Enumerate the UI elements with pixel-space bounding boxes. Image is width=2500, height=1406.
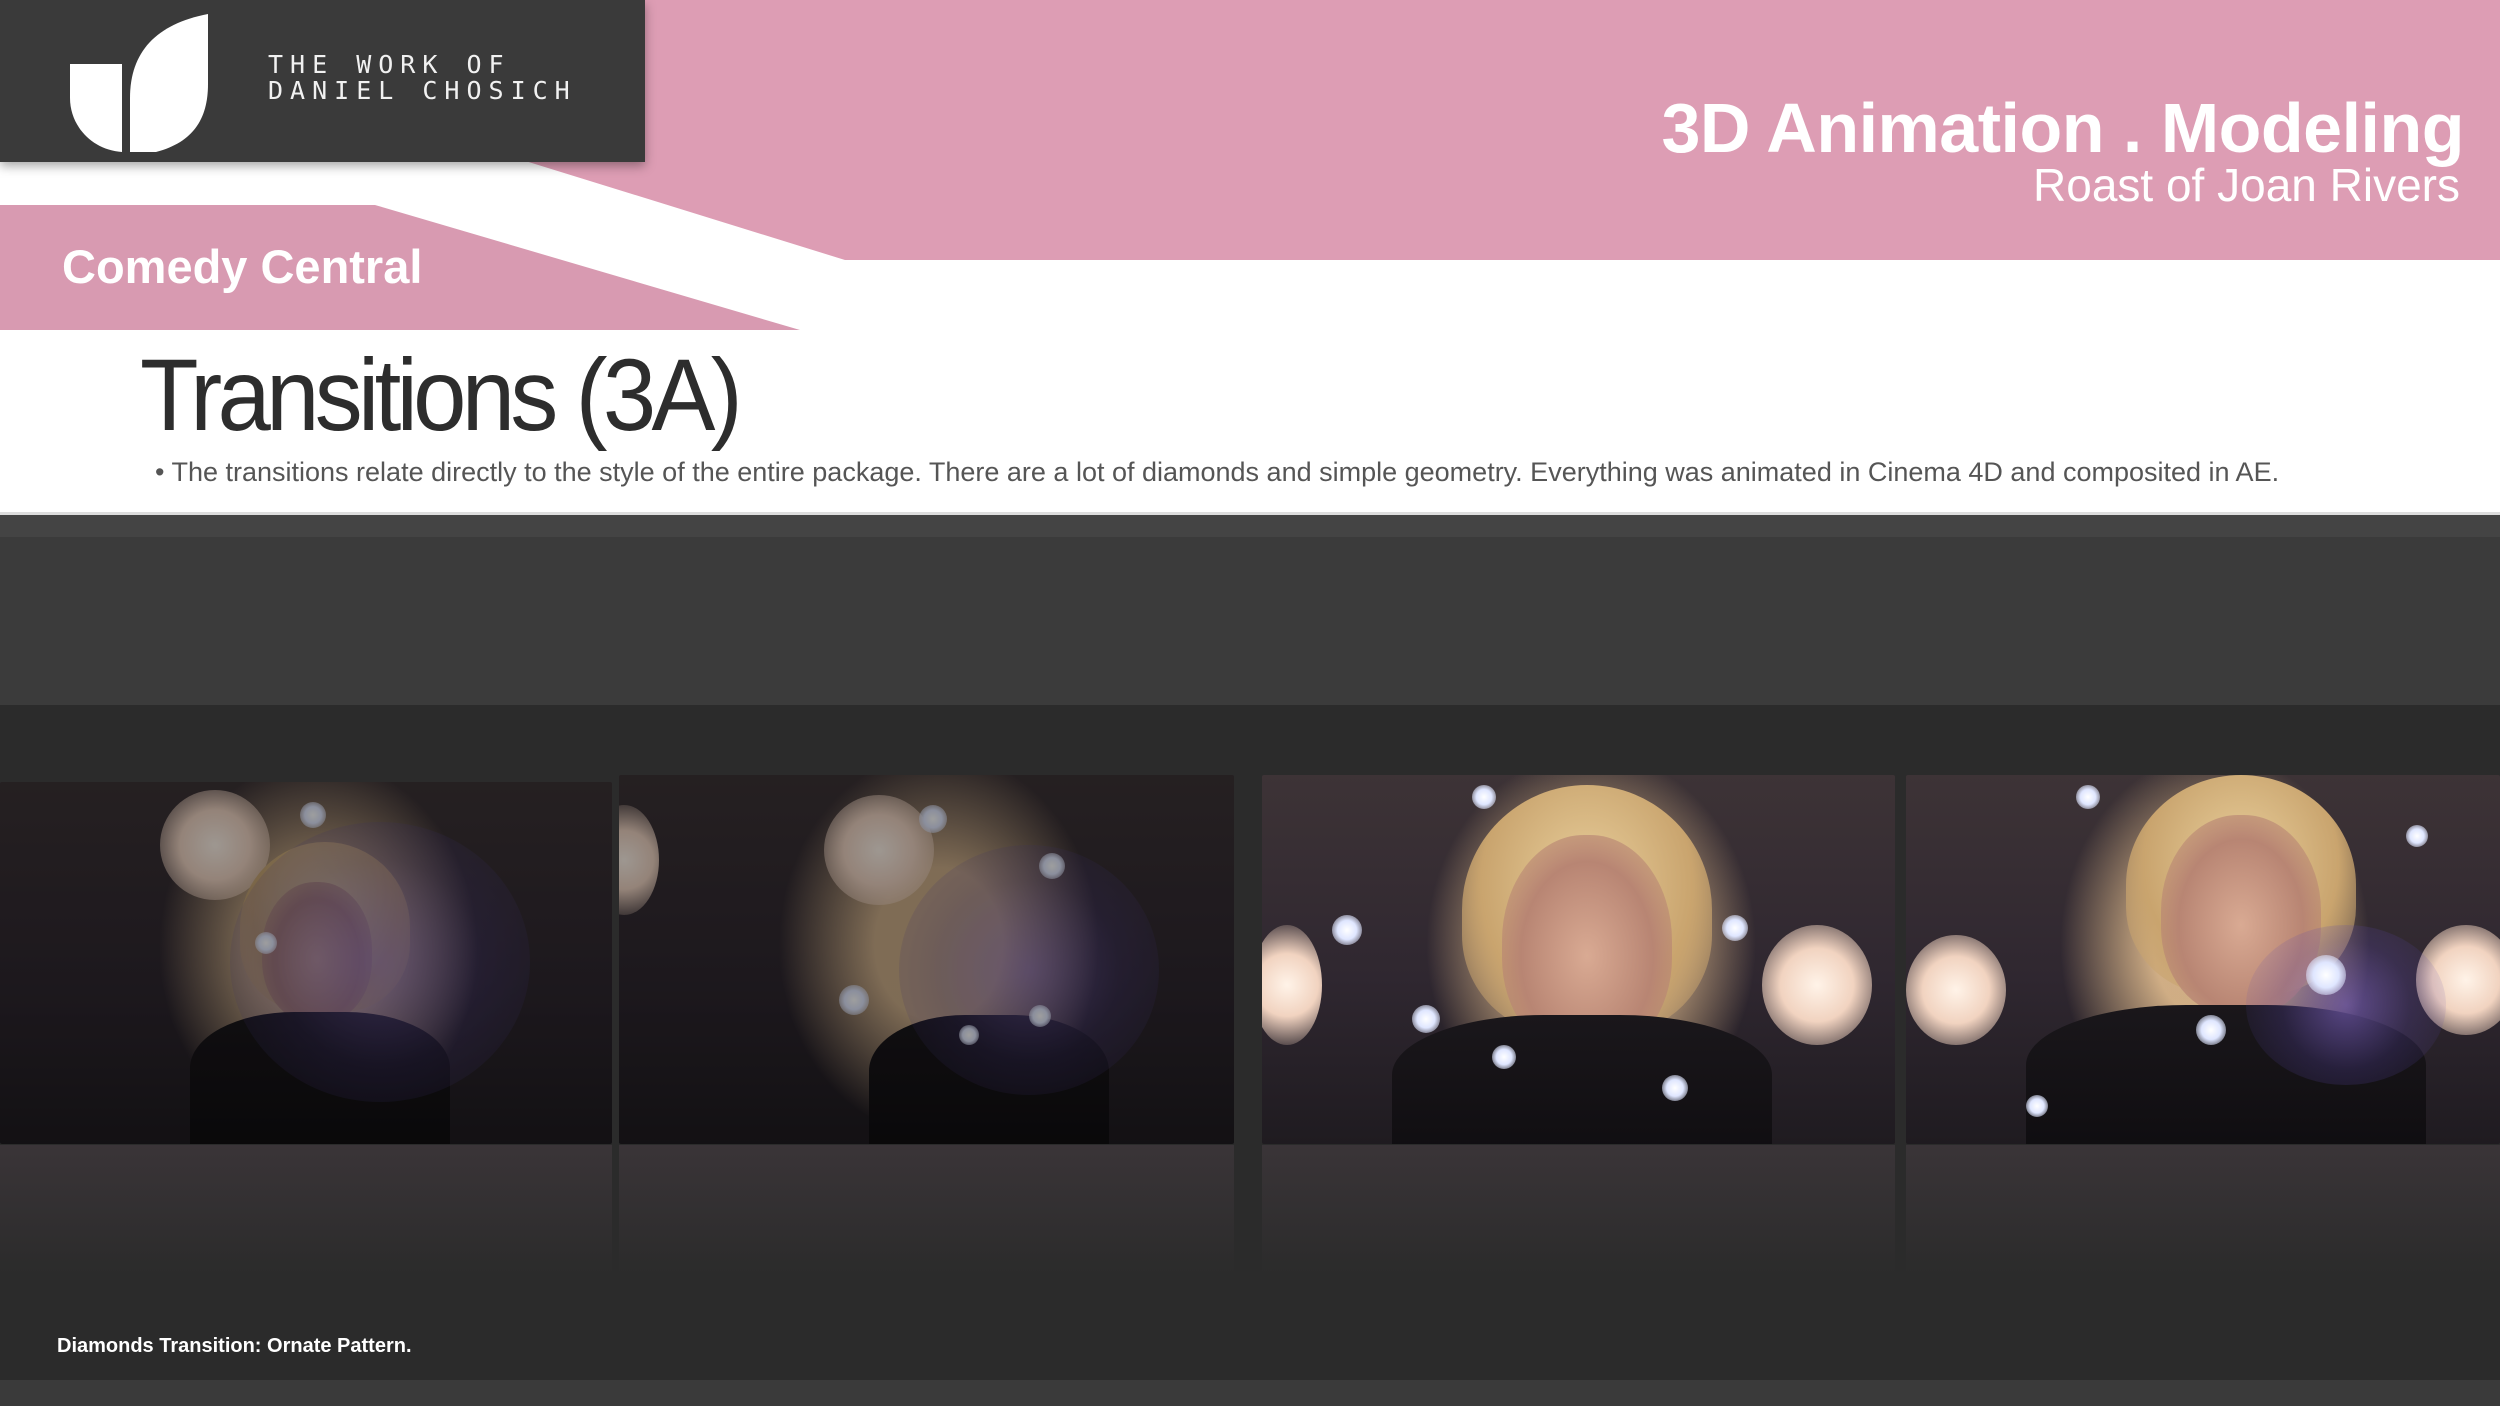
frame-reflection <box>1262 1145 1895 1275</box>
logo-line-1: THE WORK OF <box>268 50 511 79</box>
frame-reflection <box>0 1145 612 1275</box>
frames-caption: Diamonds Transition: Ornate Pattern. <box>57 1335 412 1357</box>
diamond-particle <box>1492 1045 1516 1069</box>
section-heading: Transitions (3A) <box>140 338 743 452</box>
transition-frame-1[interactable] <box>0 782 612 1144</box>
bokeh-light <box>1906 935 2006 1045</box>
bokeh-light <box>619 805 659 915</box>
diamond-particle <box>839 985 869 1015</box>
frame-glow <box>899 845 1159 1095</box>
bokeh-light <box>824 795 934 905</box>
transition-frame-2[interactable] <box>619 775 1234 1144</box>
diamond-particle <box>1472 785 1496 809</box>
page-title: 3D Animation . Modeling <box>1661 89 2464 167</box>
diamond-particle <box>2306 955 2346 995</box>
frame-body <box>1392 1015 1772 1144</box>
frame-reflection <box>619 1145 1234 1275</box>
transition-frame-3[interactable] <box>1262 775 1895 1144</box>
diamond-particle <box>2406 825 2428 847</box>
diamond-particle <box>2026 1095 2048 1117</box>
section-description: • The transitions relate directly to the… <box>155 457 2280 487</box>
diamond-particle <box>1332 915 1362 945</box>
frame-glow <box>230 822 530 1102</box>
page-subtitle: Roast of Joan Rivers <box>2033 159 2460 211</box>
transition-frame-4[interactable] <box>1906 775 2500 1144</box>
panel-header-area <box>0 515 2500 705</box>
diamond-particle <box>1029 1005 1051 1027</box>
logo-block[interactable]: THE WORK OF DANIEL CHOSICH <box>0 0 645 162</box>
diamond-particle <box>959 1025 979 1045</box>
diamond-particle <box>919 805 947 833</box>
diamond-particle <box>2076 785 2100 809</box>
bokeh-light <box>1262 925 1322 1045</box>
diamond-particle <box>1412 1005 1440 1033</box>
diamond-particle <box>1662 1075 1688 1101</box>
frame-reflection <box>1906 1145 2500 1275</box>
diamond-particle <box>2196 1015 2226 1045</box>
diamond-particle <box>300 802 326 828</box>
frame-glow <box>2246 925 2446 1085</box>
leaf-mark-icon <box>70 14 208 152</box>
diamond-particle <box>1039 853 1065 879</box>
diamond-particle <box>1722 915 1748 941</box>
diamond-particle <box>255 932 277 954</box>
logo-text: THE WORK OF DANIEL CHOSICH <box>268 52 577 104</box>
bokeh-light <box>1762 925 1872 1045</box>
bottom-strip <box>0 1380 2500 1406</box>
logo-line-2: DANIEL CHOSICH <box>268 76 577 105</box>
client-label: Comedy Central <box>62 240 423 293</box>
